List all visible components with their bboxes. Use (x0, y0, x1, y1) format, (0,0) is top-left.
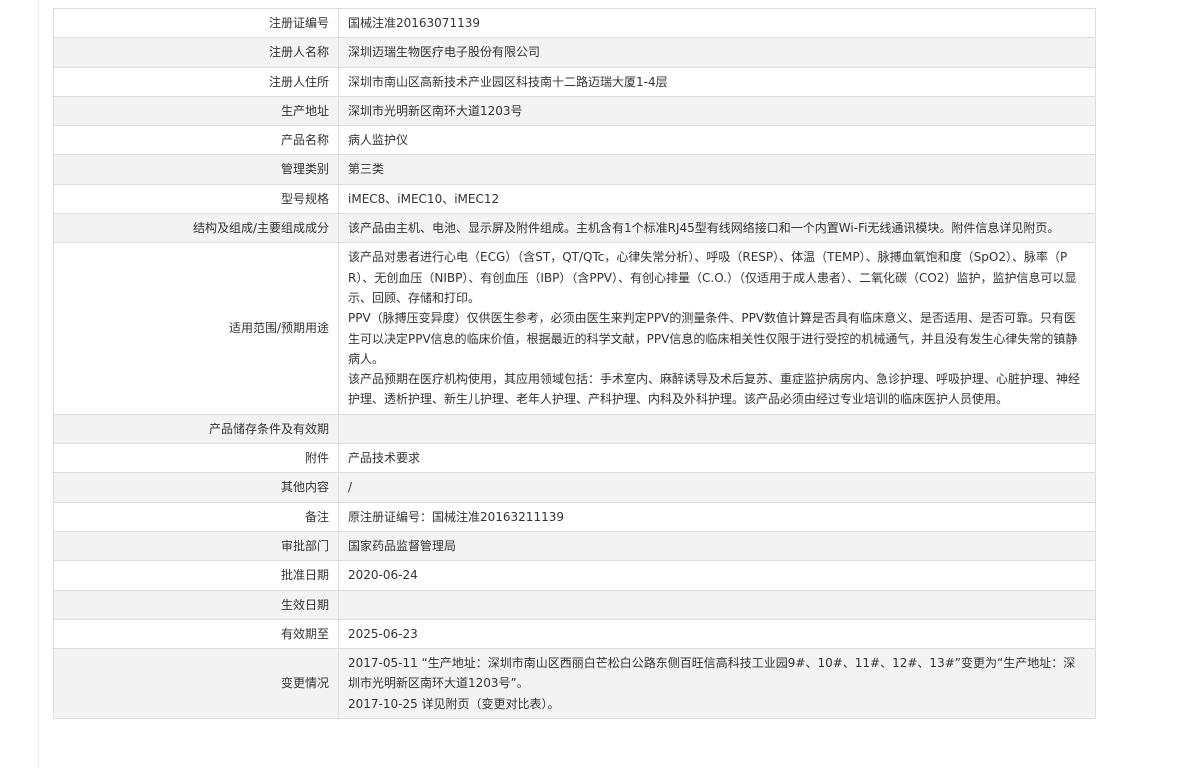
field-value: 2017-05-11 “生产地址：深圳市南山区西丽白芒松白公路东侧百旺信高科技工… (338, 648, 1096, 720)
field-label: 有效期至 (53, 618, 339, 650)
table-row: 附件 产品技术要求 (53, 443, 1096, 474)
left-divider (38, 0, 39, 772)
field-label: 结构及组成/主要组成成分 (53, 213, 339, 244)
field-label: 注册证编号 (53, 7, 339, 39)
field-label: 产品名称 (53, 125, 339, 156)
field-label: 注册人住所 (53, 66, 339, 97)
field-paragraph: PPV（脉搏压变异度）仅供医生参考，必须由医生来判定PPV的测量条件、PPV数值… (348, 311, 1078, 366)
table-row: 适用范围/预期用途 该产品对患者进行心电（ECG）（含ST，QT/QTc，心律失… (53, 242, 1096, 415)
field-label: 生产地址 (53, 95, 339, 127)
field-value (338, 589, 1096, 620)
table-row: 审批部门 国家药品监督管理局 (53, 530, 1096, 562)
field-value: 国家药品监督管理局 (338, 530, 1096, 562)
field-paragraph: 该产品对患者进行心电（ECG）（含ST，QT/QTc，心律失常分析）、呼吸（RE… (348, 250, 1077, 305)
field-value: 原注册证编号：国械注准20163211139 (338, 501, 1096, 532)
field-label: 生效日期 (53, 589, 339, 620)
field-value: 该产品对患者进行心电（ECG）（含ST，QT/QTc，心律失常分析）、呼吸（RE… (338, 242, 1096, 415)
table-row: 生效日期 (53, 589, 1096, 620)
field-label: 注册人名称 (53, 37, 339, 68)
field-value (338, 413, 1096, 445)
field-label: 附件 (53, 443, 339, 474)
field-value: 第三类 (338, 154, 1096, 185)
field-paragraph: 该产品预期在医疗机构使用，其应用领域包括：手术室内、麻醉诱导及术后复苏、重症监护… (348, 372, 1081, 407)
table-row: 产品储存条件及有效期 (53, 413, 1096, 445)
field-value: 该产品由主机、电池、显示屏及附件组成。主机含有1个标准RJ45型有线网络接口和一… (338, 213, 1096, 244)
field-value: 2020-06-24 (338, 560, 1096, 591)
table-row: 其他内容 / (53, 472, 1096, 503)
page-bottom-edge (0, 768, 1200, 772)
table-row: 生产地址 深圳市光明新区南环大道1203号 (53, 95, 1096, 127)
field-label: 其他内容 (53, 472, 339, 503)
field-label: 管理类别 (53, 154, 339, 185)
table-row: 结构及组成/主要组成成分 该产品由主机、电池、显示屏及附件组成。主机含有1个标准… (53, 213, 1096, 244)
field-value: / (338, 472, 1096, 503)
field-label: 备注 (53, 501, 339, 532)
field-value: 病人监护仪 (338, 125, 1096, 156)
field-label: 批准日期 (53, 560, 339, 591)
table-row: 变更情况 2017-05-11 “生产地址：深圳市南山区西丽白芒松白公路东侧百旺… (53, 648, 1096, 720)
field-value: 2025-06-23 (338, 618, 1096, 650)
field-label: 产品储存条件及有效期 (53, 413, 339, 445)
field-label: 型号规格 (53, 183, 339, 215)
table-row: 有效期至 2025-06-23 (53, 618, 1096, 650)
field-value: 产品技术要求 (338, 443, 1096, 474)
field-value: 深圳迈瑞生物医疗电子股份有限公司 (338, 37, 1096, 68)
registration-detail-table: 注册证编号 国械注准20163071139 注册人名称 深圳迈瑞生物医疗电子股份… (53, 7, 1096, 720)
field-value: 国械注准20163071139 (338, 7, 1096, 39)
table-row: 管理类别 第三类 (53, 154, 1096, 185)
field-value: 深圳市光明新区南环大道1203号 (338, 95, 1096, 127)
table-row: 备注 原注册证编号：国械注准20163211139 (53, 501, 1096, 532)
page: 注册证编号 国械注准20163071139 注册人名称 深圳迈瑞生物医疗电子股份… (0, 0, 1200, 772)
table-row: 注册证编号 国械注准20163071139 (53, 7, 1096, 39)
field-label: 变更情况 (53, 648, 339, 720)
field-value: iMEC8、iMEC10、iMEC12 (338, 183, 1096, 215)
field-paragraph: 2017-10-25 详见附页（变更对比表）。 (348, 696, 560, 711)
field-label: 审批部门 (53, 530, 339, 562)
table-row: 注册人名称 深圳迈瑞生物医疗电子股份有限公司 (53, 37, 1096, 68)
table-row: 型号规格 iMEC8、iMEC10、iMEC12 (53, 183, 1096, 215)
table-row: 产品名称 病人监护仪 (53, 125, 1096, 156)
table-row: 批准日期 2020-06-24 (53, 560, 1096, 591)
field-label: 适用范围/预期用途 (53, 242, 339, 415)
table-row: 注册人住所 深圳市南山区高新技术产业园区科技南十二路迈瑞大厦1-4层 (53, 66, 1096, 97)
field-value: 深圳市南山区高新技术产业园区科技南十二路迈瑞大厦1-4层 (338, 66, 1096, 97)
field-paragraph: 2017-05-11 “生产地址：深圳市南山区西丽白芒松白公路东侧百旺信高科技工… (348, 656, 1076, 691)
